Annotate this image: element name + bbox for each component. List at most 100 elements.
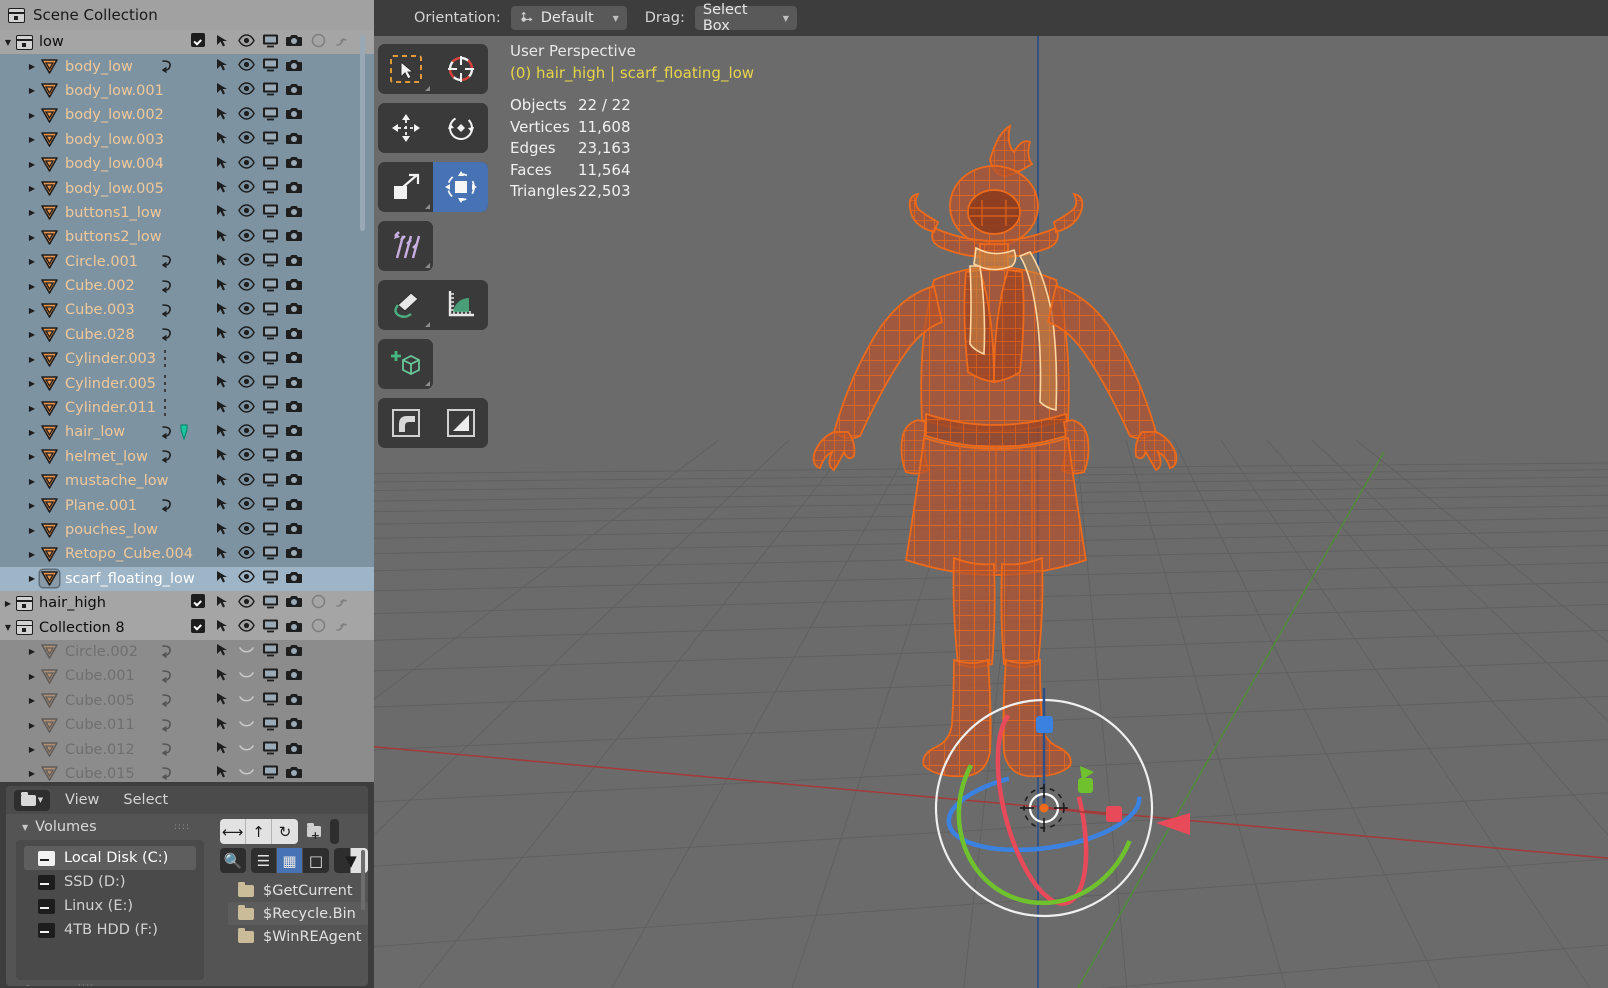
disable-render-icon[interactable] bbox=[282, 521, 306, 539]
volumes-list[interactable]: Local Disk (C:) SSD (D:) Linux (E:) 4TB … bbox=[16, 840, 204, 980]
disable-render-icon[interactable] bbox=[282, 204, 306, 222]
editor-type-button[interactable]: ▼ bbox=[14, 789, 50, 811]
selectable-icon[interactable] bbox=[210, 716, 234, 735]
hide-icon[interactable] bbox=[234, 594, 258, 612]
disable-viewport-icon[interactable] bbox=[258, 130, 282, 149]
menu-view[interactable]: View bbox=[56, 792, 108, 808]
outliner-object-row[interactable]: body_low.004 bbox=[0, 151, 374, 177]
thumbnail-view-icon[interactable]: ▦ bbox=[277, 848, 303, 873]
chevron-right-icon[interactable] bbox=[24, 330, 40, 339]
chevron-right-icon[interactable] bbox=[24, 526, 40, 535]
selectable-icon[interactable] bbox=[210, 57, 234, 76]
modifier-icon[interactable] bbox=[160, 423, 190, 442]
selectable-icon[interactable] bbox=[210, 691, 234, 710]
modifier-icon[interactable] bbox=[160, 398, 170, 418]
disable-viewport-icon[interactable] bbox=[258, 179, 282, 198]
disable-viewport-icon[interactable] bbox=[258, 691, 282, 710]
hide-icon[interactable] bbox=[234, 131, 258, 148]
volume-item[interactable]: Local Disk (C:) bbox=[24, 846, 196, 870]
modifier-icon[interactable] bbox=[160, 741, 176, 758]
chevron-right-icon[interactable] bbox=[24, 355, 40, 364]
scale-tool[interactable] bbox=[378, 162, 433, 212]
hide-icon[interactable] bbox=[234, 229, 258, 246]
hidden-eye-icon[interactable] bbox=[234, 643, 258, 660]
orientation-dropdown[interactable]: Default ▼ bbox=[510, 6, 627, 30]
outliner-object-row[interactable]: Cube.028 bbox=[0, 322, 374, 348]
disable-viewport-icon[interactable] bbox=[258, 33, 282, 52]
disable-render-icon[interactable] bbox=[282, 472, 306, 490]
hide-icon[interactable] bbox=[234, 58, 258, 75]
disable-render-icon[interactable] bbox=[282, 643, 306, 661]
file-list-item[interactable]: $Recycle.Bin bbox=[228, 902, 368, 925]
outliner-object-row[interactable]: Circle.002 bbox=[0, 639, 374, 665]
selectable-icon[interactable] bbox=[210, 447, 234, 466]
hide-icon[interactable] bbox=[234, 521, 258, 539]
outliner-object-row[interactable]: pouches_low bbox=[0, 517, 374, 543]
outliner-object-row[interactable]: Cube.003 bbox=[0, 298, 374, 323]
hide-icon[interactable] bbox=[234, 107, 258, 124]
disable-render-icon[interactable] bbox=[282, 375, 306, 393]
selectable-icon[interactable] bbox=[210, 618, 234, 637]
collection-checkbox[interactable] bbox=[191, 594, 205, 609]
chevron-right-icon[interactable] bbox=[24, 501, 40, 510]
chevron-right-icon[interactable] bbox=[24, 574, 40, 583]
selectable-icon[interactable] bbox=[210, 374, 234, 393]
outliner-object-row[interactable]: Cylinder.005 bbox=[0, 371, 374, 396]
indirect-only-icon[interactable] bbox=[330, 594, 354, 613]
chevron-right-icon[interactable] bbox=[24, 160, 40, 169]
hide-icon[interactable] bbox=[234, 302, 258, 319]
disable-render-icon[interactable] bbox=[282, 448, 306, 466]
hide-icon[interactable] bbox=[234, 82, 258, 99]
hide-icon[interactable] bbox=[234, 570, 258, 587]
hide-icon[interactable] bbox=[234, 448, 258, 465]
selectable-icon[interactable] bbox=[210, 399, 234, 418]
outliner-object-row[interactable]: buttons2_low bbox=[0, 225, 374, 250]
modifier-icon[interactable] bbox=[160, 58, 176, 75]
hide-icon[interactable] bbox=[234, 351, 258, 368]
measure-tool[interactable] bbox=[378, 280, 433, 330]
hidden-eye-icon[interactable] bbox=[234, 717, 258, 734]
file-browser-main[interactable]: ⟷ ↑ ↻ + 🔍 ☰ ▦ □ ▼ $GetCurrent $Recycle.B… bbox=[212, 814, 368, 986]
disable-viewport-icon[interactable] bbox=[258, 496, 282, 515]
disable-render-icon[interactable] bbox=[282, 570, 306, 588]
disable-viewport-icon[interactable] bbox=[258, 374, 282, 393]
chevron-right-icon[interactable] bbox=[24, 62, 40, 71]
outliner-object-row[interactable]: body_low.002 bbox=[0, 103, 374, 128]
disable-viewport-icon[interactable] bbox=[258, 447, 282, 466]
disable-viewport-icon[interactable] bbox=[258, 277, 282, 296]
modifier-icon[interactable] bbox=[160, 717, 176, 734]
move-tool[interactable] bbox=[378, 103, 433, 153]
selectable-icon[interactable] bbox=[210, 423, 234, 442]
selectable-icon[interactable] bbox=[210, 642, 234, 661]
disable-render-icon[interactable] bbox=[282, 594, 306, 612]
list-view-icon[interactable]: ☰ bbox=[251, 848, 277, 873]
disable-render-icon[interactable] bbox=[282, 326, 306, 344]
chevron-right-icon[interactable] bbox=[24, 769, 40, 778]
outliner-object-row[interactable]: Cube.011 bbox=[0, 712, 374, 738]
disable-viewport-icon[interactable] bbox=[258, 350, 282, 369]
chevron-right-icon[interactable] bbox=[24, 672, 40, 681]
chevron-right-icon[interactable] bbox=[24, 208, 40, 217]
chevron-right-icon[interactable] bbox=[24, 379, 40, 388]
selectable-icon[interactable] bbox=[210, 203, 234, 222]
ruler-tool[interactable] bbox=[433, 280, 488, 330]
indirect-only-icon[interactable] bbox=[330, 618, 354, 637]
hidden-eye-icon[interactable] bbox=[234, 668, 258, 685]
disable-render-icon[interactable] bbox=[282, 692, 306, 710]
outliner-object-row[interactable]: Cube.002 bbox=[0, 273, 374, 299]
outliner-object-row[interactable]: Retopo_Cube.004 bbox=[0, 542, 374, 567]
chevron-right-icon[interactable] bbox=[24, 184, 40, 193]
holdout-icon[interactable] bbox=[306, 618, 330, 637]
hide-icon[interactable] bbox=[234, 204, 258, 221]
volume-item[interactable]: 4TB HDD (F:) bbox=[24, 918, 196, 942]
modifier-icon[interactable] bbox=[160, 668, 176, 685]
chevron-right-icon[interactable] bbox=[0, 599, 16, 608]
menu-select[interactable]: Select bbox=[114, 792, 177, 808]
drag-dropdown[interactable]: Select Box ▼ bbox=[694, 2, 797, 34]
hide-icon[interactable] bbox=[234, 277, 258, 295]
disable-viewport-icon[interactable] bbox=[258, 228, 282, 247]
selectable-icon[interactable] bbox=[210, 545, 234, 564]
hide-icon[interactable] bbox=[234, 326, 258, 343]
outliner-object-row[interactable]: scarf_floating_low bbox=[0, 566, 374, 591]
outliner-editor[interactable]: Scene Collection low body_low body_low.0… bbox=[0, 0, 374, 788]
